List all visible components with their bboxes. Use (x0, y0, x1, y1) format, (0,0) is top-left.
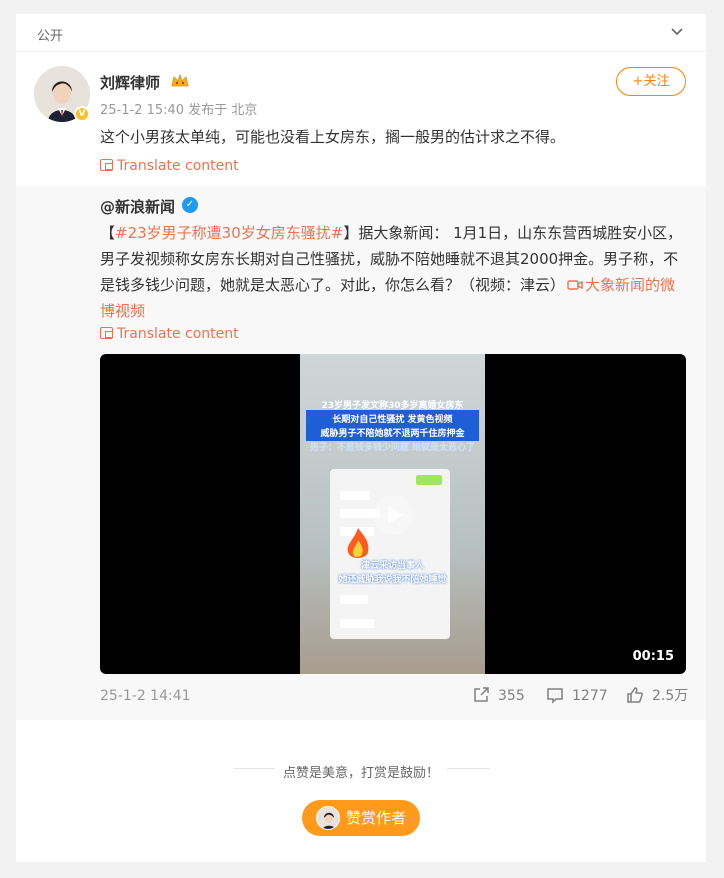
visibility-label: 公开 (37, 29, 64, 44)
reward-slogan: 点赞是美意，打赏是鼓励！ (16, 762, 706, 781)
video-camera-icon (567, 280, 583, 290)
play-icon[interactable] (372, 494, 414, 536)
post-topbar: 公开 (16, 14, 706, 52)
video-duration: 00:15 (632, 649, 674, 664)
verified-badge-icon: V (74, 106, 90, 122)
weibo-post-card: 公开 V 刘辉律师 25-1-2 15:40 发布于 北京 +关注 这个小男孩太… (16, 14, 706, 862)
post-text: 这个小男孩太单纯，可能也没看上女房东，搁一般男的估计求之不得。 (100, 128, 566, 146)
blue-verified-icon: ✓ (182, 197, 198, 213)
like-button[interactable]: 2.5万 (626, 686, 688, 706)
share-icon (474, 687, 489, 702)
reward-author-button[interactable]: 赞赏作者 (302, 800, 420, 836)
translate-icon (100, 159, 113, 171)
comment-button[interactable]: 1277 (546, 686, 608, 706)
translate-icon (100, 327, 113, 339)
post-meta: 25-1-2 15:40 发布于 北京 (100, 99, 257, 118)
author-name[interactable]: 刘辉律师 (100, 72, 160, 93)
repost-time[interactable]: 25-1-2 14:41 (100, 688, 191, 704)
reward-avatar (316, 806, 340, 830)
hashtag-link[interactable]: #23岁男子称遭30岁女房东骚扰# (115, 224, 343, 242)
repost-author[interactable]: @新浪新闻 (100, 196, 175, 217)
translate-link[interactable]: Translate content (100, 158, 239, 174)
thumbs-up-icon (627, 687, 643, 703)
repost-text: 【#23岁男子称遭30岁女房东骚扰#】据大象新闻： 1月1日，山东东营西城胜安小… (100, 224, 683, 320)
chevron-down-icon[interactable] (670, 24, 684, 38)
repost-translate-link[interactable]: Translate content (100, 326, 239, 342)
reposted-content: @新浪新闻 ✓ 【#23岁男子称遭30岁女房东骚扰#】据大象新闻： 1月1日，山… (16, 186, 706, 720)
flame-icon (347, 528, 369, 558)
post-time[interactable]: 25-1-2 15:40 (100, 103, 184, 118)
repost-button[interactable]: 355 (472, 686, 525, 706)
comment-icon (547, 688, 563, 704)
follow-button[interactable]: +关注 (616, 67, 686, 96)
post-location: 发布于 北京 (188, 103, 258, 118)
video-player[interactable]: 23岁男子发文称30多岁离婚女房东 长期对自己性骚扰 发黄色视频 威胁男子不陪她… (100, 354, 686, 674)
crown-icon (171, 73, 189, 87)
